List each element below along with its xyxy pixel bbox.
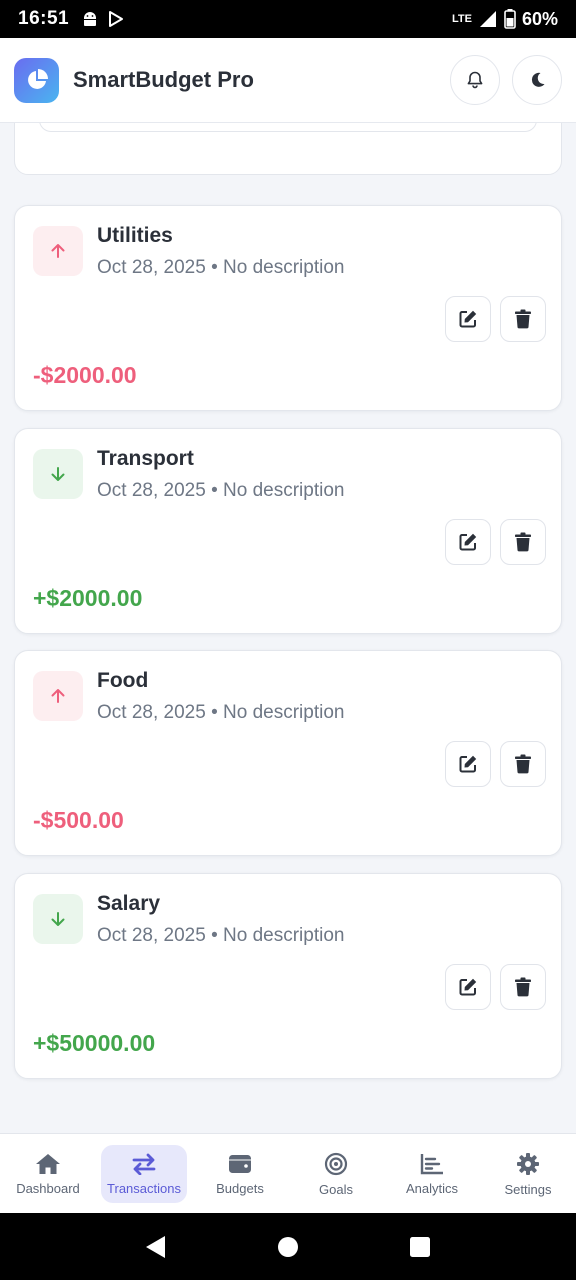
transaction-date: Oct 28, 2025 xyxy=(97,702,206,723)
transaction-meta: Oct 28, 2025 • No description xyxy=(97,702,344,724)
nav-goals[interactable]: Goals xyxy=(288,1134,384,1213)
edit-icon xyxy=(459,978,477,996)
nav-transactions[interactable]: Transactions xyxy=(96,1134,192,1213)
meta-separator: • xyxy=(211,480,218,501)
edit-icon xyxy=(459,310,477,328)
transaction-amount: +$50000.00 xyxy=(33,1030,156,1056)
network-type: LTE xyxy=(452,13,472,25)
transaction-description: No description xyxy=(223,925,345,946)
meta-separator: • xyxy=(211,257,218,278)
nav-label: Budgets xyxy=(216,1180,264,1196)
status-time: 16:51 xyxy=(18,8,70,29)
system-nav-bar xyxy=(0,1213,576,1280)
meta-separator: • xyxy=(211,925,218,946)
transaction-date: Oct 28, 2025 xyxy=(97,480,206,501)
delete-button[interactable] xyxy=(500,964,546,1010)
dark-mode-toggle[interactable] xyxy=(512,55,562,105)
gear-icon xyxy=(516,1152,539,1175)
moon-icon xyxy=(531,72,545,87)
trash-icon xyxy=(515,977,531,997)
edit-button[interactable] xyxy=(445,519,491,565)
app-title: SmartBudget Pro xyxy=(73,67,254,92)
battery-level: 60% xyxy=(521,8,558,29)
nav-analytics[interactable]: Analytics xyxy=(384,1134,480,1213)
trash-icon xyxy=(515,532,531,552)
recents-icon[interactable] xyxy=(409,1236,431,1258)
previous-section-card xyxy=(14,123,562,175)
play-store-icon xyxy=(109,11,124,27)
edit-icon xyxy=(459,533,477,551)
edit-icon xyxy=(459,755,477,773)
home-icon xyxy=(35,1153,60,1174)
transaction-category: Food xyxy=(97,669,149,692)
delete-button[interactable] xyxy=(500,296,546,342)
transaction-amount: -$500.00 xyxy=(33,807,124,833)
arrow-up-icon xyxy=(51,244,65,258)
arrow-down-icon xyxy=(51,467,65,481)
meta-separator: • xyxy=(211,702,218,723)
signal-icon xyxy=(479,11,496,27)
android-icon xyxy=(84,12,97,26)
delete-button[interactable] xyxy=(500,741,546,787)
edit-button[interactable] xyxy=(445,296,491,342)
swap-arrows-icon xyxy=(132,1153,156,1175)
nav-label: Transactions xyxy=(107,1180,181,1196)
transaction-category: Salary xyxy=(97,892,161,915)
transactions-list[interactable]: Utilities Oct 28, 2025 • No description … xyxy=(0,123,576,1133)
chart-icon xyxy=(420,1153,443,1174)
nav-budgets[interactable]: Budgets xyxy=(192,1134,288,1213)
bottom-nav: Dashboard Transactions Budgets Goals Ana… xyxy=(0,1133,576,1213)
nav-label: Analytics xyxy=(405,1180,459,1196)
transaction-card[interactable]: Salary Oct 28, 2025 • No description +$5… xyxy=(14,873,562,1079)
app-logo xyxy=(14,57,59,103)
battery-icon xyxy=(504,9,516,29)
income-badge xyxy=(33,894,83,944)
edit-button[interactable] xyxy=(445,964,491,1010)
transaction-meta: Oct 28, 2025 • No description xyxy=(97,925,344,947)
nav-label: Dashboard xyxy=(16,1180,80,1196)
nav-dashboard[interactable]: Dashboard xyxy=(0,1134,96,1213)
transaction-description: No description xyxy=(223,480,345,501)
transaction-amount: +$2000.00 xyxy=(33,585,143,611)
expense-badge xyxy=(33,671,83,721)
app-header: SmartBudget Pro xyxy=(0,38,576,123)
bell-icon xyxy=(467,71,483,89)
back-icon[interactable] xyxy=(145,1235,167,1259)
transaction-category: Utilities xyxy=(97,224,173,247)
delete-button[interactable] xyxy=(500,519,546,565)
trash-icon xyxy=(515,309,531,329)
transaction-card[interactable]: Transport Oct 28, 2025 • No description … xyxy=(14,428,562,634)
transaction-description: No description xyxy=(223,257,345,278)
arrow-up-icon xyxy=(51,689,65,703)
transaction-amount: -$2000.00 xyxy=(33,362,137,388)
nav-settings[interactable]: Settings xyxy=(480,1134,576,1213)
transaction-category: Transport xyxy=(97,447,194,470)
edit-button[interactable] xyxy=(445,741,491,787)
transaction-meta: Oct 28, 2025 • No description xyxy=(97,480,344,502)
income-badge xyxy=(33,449,83,499)
expense-badge xyxy=(33,226,83,276)
transaction-date: Oct 28, 2025 xyxy=(97,925,206,946)
wallet-icon xyxy=(228,1154,251,1173)
transaction-card[interactable]: Utilities Oct 28, 2025 • No description … xyxy=(14,205,562,411)
trash-icon xyxy=(515,754,531,774)
status-bar: 16:51 LTE 60% xyxy=(0,0,576,38)
target-icon xyxy=(324,1152,348,1175)
pie-chart-icon xyxy=(27,69,48,89)
transaction-meta: Oct 28, 2025 • No description xyxy=(97,257,344,279)
transaction-date: Oct 28, 2025 xyxy=(97,257,206,278)
transaction-description: No description xyxy=(223,702,345,723)
home-circle-icon[interactable] xyxy=(277,1236,299,1258)
nav-label: Settings xyxy=(504,1181,552,1197)
nav-label: Goals xyxy=(319,1181,353,1197)
notifications-button[interactable] xyxy=(450,55,500,105)
transaction-card[interactable]: Food Oct 28, 2025 • No description -$500… xyxy=(14,650,562,856)
arrow-down-icon xyxy=(51,912,65,926)
